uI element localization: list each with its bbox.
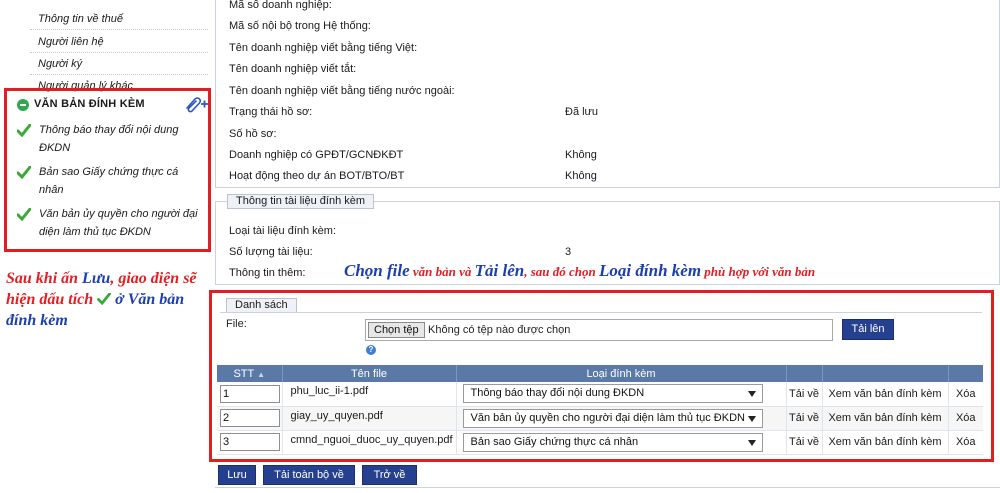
info-label: Tên doanh nghiệp viết bằng tiếng Việt:: [229, 42, 418, 54]
dropdown-arrow-icon: [747, 415, 756, 422]
checkmark-icon: [17, 208, 31, 221]
left-sidebar: Thông tin về thuế Người liên hệ Người ký…: [0, 0, 212, 493]
file-input[interactable]: Chọn tệp Không có tệp nào được chọn: [365, 319, 833, 341]
table-row: 2 giay_uy_quyen.pdf Văn bản ủy quyền cho…: [217, 406, 983, 431]
upload-button[interactable]: Tải lên: [842, 319, 894, 340]
attach-info-tab: Thông tin tài liệu đính kèm: [227, 194, 375, 209]
download-link[interactable]: Tải về: [786, 382, 823, 407]
column-header-blank: [822, 365, 949, 382]
table-row: 3 cmnd_nguoi_duoc_uy_quyen.pdf Bản sao G…: [217, 430, 983, 455]
collapse-icon[interactable]: [17, 99, 29, 111]
sort-icon[interactable]: ▲: [257, 370, 265, 379]
attachment-type-select[interactable]: Thông báo thay đổi nội dung ĐKDN: [462, 384, 763, 404]
info-label: Mã số nội bộ trong Hệ thống:: [229, 20, 371, 32]
divider: [30, 29, 208, 30]
divider: [30, 74, 208, 75]
file-name: giay_uy_quyen.pdf: [282, 406, 457, 431]
info-label: Thông tin thêm:: [229, 267, 306, 279]
divider: [215, 487, 1000, 488]
column-header-blank: [786, 365, 823, 382]
dropdown-arrow-icon: [747, 439, 756, 446]
checkmark-icon: [17, 124, 31, 137]
column-header-blank: [948, 365, 983, 382]
attachments-table: STT ▲ Tên file Loại đính kèm 1 phu_luc_i…: [217, 365, 983, 455]
column-header-type: Loại đính kèm: [456, 365, 787, 382]
file-label: File:: [226, 318, 247, 330]
info-label: Tên doanh nghiệp viết bằng tiếng nước ng…: [229, 85, 455, 97]
column-header-filename: Tên file: [282, 365, 457, 382]
attach-add-icon[interactable]: [183, 95, 209, 113]
document-count: 3: [565, 246, 572, 258]
dropdown-arrow-icon: [747, 391, 756, 398]
view-attachment-link[interactable]: Xem văn bản đính kèm: [822, 382, 949, 407]
info-value: Không: [565, 170, 597, 182]
file-name: cmnd_nguoi_duoc_uy_quyen.pdf: [282, 430, 457, 455]
attachment-item-label: Bản sao Giấy chứng thực cá: [39, 166, 179, 178]
sidebar-item-signer[interactable]: Người ký: [38, 58, 82, 70]
status-value: Đã lưu: [565, 106, 599, 118]
info-label: Hoạt động theo dự án BOT/BTO/BT: [229, 170, 405, 182]
info-label: Trạng thái hồ sơ:: [229, 106, 313, 118]
attachments-title: VĂN BẢN ĐÍNH KÈM: [34, 98, 145, 110]
back-button[interactable]: Trở về: [362, 465, 417, 485]
download-link[interactable]: Tải về: [786, 406, 823, 431]
column-header-stt[interactable]: STT ▲: [217, 365, 283, 382]
save-button[interactable]: Lưu: [218, 465, 256, 485]
stt-input[interactable]: 1: [220, 384, 280, 403]
delete-link[interactable]: Xóa: [948, 406, 983, 431]
info-label: Doanh nghiệp có GPĐT/GCNĐKĐT: [229, 149, 404, 161]
checkmark-icon: [17, 166, 31, 179]
info-icon[interactable]: ?: [366, 345, 376, 355]
attachment-item-label: Văn bản ủy quyền cho người đại: [39, 208, 198, 220]
info-label: Số lượng tài liệu:: [229, 246, 313, 258]
divider: [30, 52, 208, 53]
attachment-item-label: nhân: [39, 184, 64, 196]
sidebar-item-tax-info[interactable]: Thông tin về thuế: [38, 13, 123, 25]
attachment-type-select[interactable]: Văn bản ủy quyền cho người đại diện làm …: [462, 408, 763, 428]
stt-input[interactable]: 3: [220, 433, 280, 451]
attachment-type-select[interactable]: Bản sao Giấy chứng thực cá nhân: [462, 432, 763, 452]
attachments-section: VĂN BẢN ĐÍNH KÈM Thông báo thay đổi nội …: [4, 88, 211, 252]
info-label: Loại tài liệu đính kèm:: [229, 225, 337, 237]
download-all-button[interactable]: Tải toàn bộ về: [263, 465, 355, 485]
info-label: Tên doanh nghiệp viết tắt:: [229, 63, 357, 75]
attachment-item-label: Thông báo thay đổi nội dung: [39, 124, 179, 136]
delete-link[interactable]: Xóa: [948, 382, 983, 407]
info-label: Mã số doanh nghiệp:: [229, 0, 332, 11]
view-attachment-link[interactable]: Xem văn bản đính kèm: [822, 406, 949, 431]
no-file-text: Không có tệp nào được chọn: [428, 324, 571, 336]
attachment-item-label: ĐKDN: [39, 142, 71, 154]
attachment-item-label: diện làm thủ tục ĐKDN: [39, 226, 151, 238]
annotation-note-top: Chọn file văn bản và Tải lên, sau đó chọ…: [344, 261, 816, 280]
attachments-list-section: Danh sách File: Chọn tệp Không có tệp nà…: [209, 290, 994, 462]
info-value: Không: [565, 149, 597, 161]
annotation-note-left: Sau khi ấn Lưu, giao diện sẽ hiện dấu tí…: [6, 270, 197, 329]
download-link[interactable]: Tải về: [786, 430, 823, 455]
file-name: phu_luc_ii-1.pdf: [282, 382, 457, 407]
choose-file-button[interactable]: Chọn tệp: [368, 322, 425, 338]
checkmark-icon: [97, 292, 112, 306]
divider: [220, 312, 982, 313]
attachments-header[interactable]: VĂN BẢN ĐÍNH KÈM: [17, 95, 209, 113]
stt-input[interactable]: 2: [220, 409, 280, 427]
info-label: Số hồ sơ:: [229, 128, 277, 140]
table-row: 1 phu_luc_ii-1.pdf Thông báo thay đổi nộ…: [217, 382, 983, 407]
view-attachment-link[interactable]: Xem văn bản đính kèm: [822, 430, 949, 455]
sidebar-item-contact[interactable]: Người liên hệ: [38, 36, 104, 48]
delete-link[interactable]: Xóa: [948, 430, 983, 455]
list-tab: Danh sách: [226, 298, 297, 313]
